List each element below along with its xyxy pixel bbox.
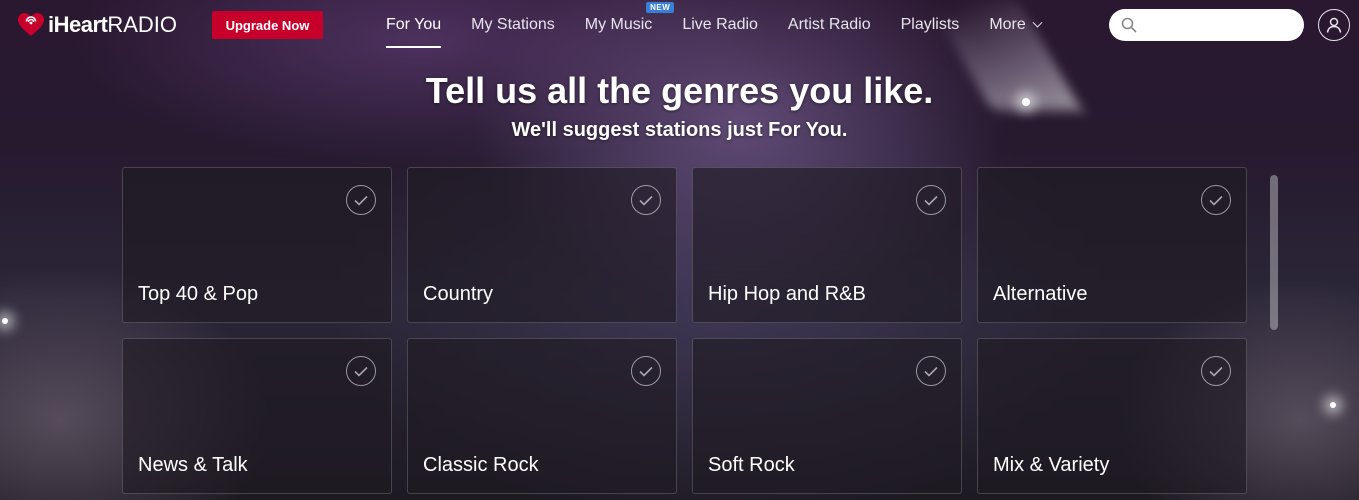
logo-brand-bold: iHeart bbox=[48, 12, 108, 37]
genre-tile-mix-variety[interactable]: Mix & Variety bbox=[977, 338, 1247, 494]
nav-item-playlists[interactable]: Playlists bbox=[901, 0, 960, 50]
genre-label: Alternative bbox=[993, 283, 1088, 305]
main-nav: For You My Stations My Music NEW Live Ra… bbox=[386, 0, 1043, 50]
checkmark-icon[interactable] bbox=[916, 356, 946, 386]
user-account-button[interactable] bbox=[1318, 9, 1350, 41]
nav-item-more[interactable]: More bbox=[989, 0, 1043, 50]
genre-grid: Top 40 & Pop Country Hip Hop and R&B Alt… bbox=[122, 167, 1247, 500]
search-box[interactable] bbox=[1109, 9, 1304, 41]
nav-item-for-you[interactable]: For You bbox=[386, 0, 442, 50]
genre-tile-news-talk[interactable]: News & Talk bbox=[122, 338, 392, 494]
genre-tile-country[interactable]: Country bbox=[407, 167, 677, 323]
page-headline: Tell us all the genres you like. bbox=[425, 70, 934, 111]
new-badge: NEW bbox=[646, 2, 675, 13]
nav-item-artist-radio[interactable]: Artist Radio bbox=[788, 0, 871, 50]
genre-label: Mix & Variety bbox=[993, 454, 1110, 476]
checkmark-icon[interactable] bbox=[631, 185, 661, 215]
genre-tile-top40-pop[interactable]: Top 40 & Pop bbox=[122, 167, 392, 323]
top-navigation-bar: iHeartRADIO Upgrade Now For You My Stati… bbox=[0, 0, 1359, 50]
checkmark-icon[interactable] bbox=[631, 356, 661, 386]
iheartradio-logo[interactable]: iHeartRADIO bbox=[17, 11, 177, 39]
checkmark-icon[interactable] bbox=[916, 185, 946, 215]
page-subheadline: We'll suggest stations just For You. bbox=[511, 119, 848, 141]
nav-label: For You bbox=[386, 16, 442, 33]
stage-spotlight bbox=[1330, 402, 1336, 408]
nav-label: Artist Radio bbox=[787, 16, 871, 33]
heart-logo-icon bbox=[18, 13, 44, 36]
genre-scrollbar[interactable] bbox=[1270, 175, 1278, 330]
stage-spotlight bbox=[2, 318, 8, 324]
nav-item-live-radio[interactable]: Live Radio bbox=[682, 0, 758, 50]
nav-label: Playlists bbox=[900, 16, 960, 33]
nav-label: More bbox=[989, 16, 1026, 33]
checkmark-icon[interactable] bbox=[1201, 185, 1231, 215]
genre-label: Country bbox=[423, 283, 494, 305]
checkmark-icon[interactable] bbox=[1201, 356, 1231, 386]
chevron-down-icon bbox=[1032, 17, 1043, 28]
search-input[interactable] bbox=[1145, 17, 1295, 33]
genre-label: News & Talk bbox=[138, 454, 248, 476]
genre-label: Hip Hop and R&B bbox=[708, 283, 866, 305]
genre-tile-hip-hop-rnb[interactable]: Hip Hop and R&B bbox=[692, 167, 962, 323]
nav-label: Live Radio bbox=[682, 16, 758, 33]
nav-label: My Stations bbox=[471, 16, 555, 33]
nav-item-my-music[interactable]: My Music NEW bbox=[584, 0, 675, 50]
checkmark-icon[interactable] bbox=[346, 356, 376, 386]
genre-tile-classic-rock[interactable]: Classic Rock bbox=[407, 338, 677, 494]
nav-item-my-stations[interactable]: My Stations bbox=[471, 0, 555, 50]
search-icon bbox=[1121, 17, 1137, 33]
genre-tile-soft-rock[interactable]: Soft Rock bbox=[692, 338, 962, 494]
genre-label: Classic Rock bbox=[423, 454, 539, 476]
logo-brand-light: RADIO bbox=[107, 12, 178, 37]
genre-label: Top 40 & Pop bbox=[138, 283, 259, 305]
genre-tile-alternative[interactable]: Alternative bbox=[977, 167, 1247, 323]
upgrade-now-button[interactable]: Upgrade Now bbox=[212, 11, 323, 39]
logo-wordmark: iHeartRADIO bbox=[48, 12, 177, 38]
genre-label: Soft Rock bbox=[708, 454, 795, 476]
checkmark-icon[interactable] bbox=[346, 185, 376, 215]
user-icon bbox=[1326, 17, 1342, 33]
nav-label: My Music bbox=[584, 16, 653, 33]
